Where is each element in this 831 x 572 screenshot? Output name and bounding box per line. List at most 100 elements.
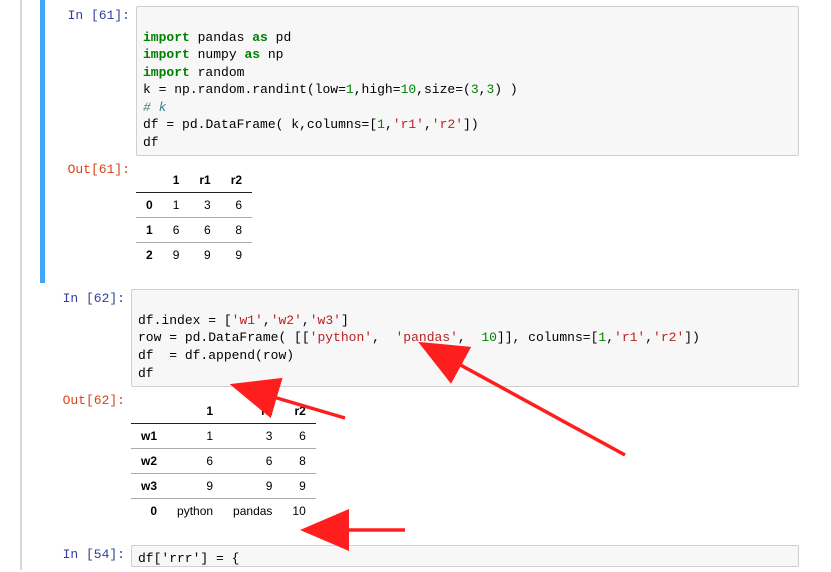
comma: , — [372, 330, 388, 345]
comma: , — [385, 117, 393, 132]
cell: 9 — [163, 243, 190, 268]
var-df: df — [143, 117, 159, 132]
table-row: w2 6 6 8 — [131, 449, 316, 474]
paren: ( — [307, 82, 315, 97]
op-eq: = — [455, 82, 463, 97]
op-eq: = — [338, 82, 346, 97]
comment-k: # k — [143, 100, 166, 115]
var-k: k — [291, 117, 299, 132]
output-area-62: 1 r1 r2 w1 1 3 6 — [131, 395, 831, 531]
paren: ) — [286, 348, 294, 363]
call-dataframe: pd.DataFrame — [182, 117, 276, 132]
input-prompt-61: In [61]: — [45, 4, 136, 24]
cell: 6 — [282, 424, 315, 449]
bracket: [ — [224, 313, 232, 328]
cell: 3 — [189, 193, 220, 218]
kw-columns: columns — [520, 330, 582, 345]
keyword-as: as — [252, 30, 268, 45]
table-header-row: 1 r1 r2 — [131, 399, 316, 424]
str-pandas: 'pandas' — [388, 330, 458, 345]
paren: ( — [276, 117, 292, 132]
row-idx: 0 — [136, 193, 163, 218]
str-r1b: 'r1' — [614, 330, 645, 345]
notebook-area: In [61]: import pandas as pd import nump… — [40, 0, 831, 572]
col-r1: r1 — [189, 168, 220, 193]
expr-df: df — [138, 366, 154, 381]
table-row: 0 1 3 6 — [136, 193, 252, 218]
comma: , — [416, 82, 424, 97]
code-input-61[interactable]: import pandas as pd import numpy as np i… — [136, 6, 799, 156]
paren: ( — [463, 82, 471, 97]
cell-54: In [54]: df['rrr'] = { — [40, 539, 831, 572]
module-pandas: pandas — [198, 30, 245, 45]
paren: ) — [471, 117, 479, 132]
var-k: k — [143, 82, 151, 97]
output-prompt-61: Out[61]: — [45, 158, 136, 178]
op-eq: = — [393, 82, 401, 97]
str-r2b: 'r2' — [653, 330, 684, 345]
lit-1b: 1 — [377, 117, 385, 132]
cell: 9 — [282, 474, 315, 499]
cell-61: In [61]: import pandas as pd import nump… — [40, 0, 831, 283]
var-df: df — [138, 313, 154, 328]
table-row: w1 1 3 6 — [131, 424, 316, 449]
col-r1: r1 — [223, 399, 282, 424]
table-row: 0 python pandas 10 — [131, 499, 316, 524]
output-prompt-62: Out[62]: — [40, 389, 131, 409]
kw-low: low — [315, 82, 338, 97]
cell: 9 — [189, 243, 220, 268]
expr-df: df — [143, 135, 159, 150]
paren: ( — [255, 348, 263, 363]
col-1: 1 — [167, 399, 223, 424]
cell: 9 — [221, 243, 252, 268]
row-idx: w1 — [131, 424, 167, 449]
lit-10b: 10 — [474, 330, 497, 345]
cell-62: In [62]: df.index = ['w1','w2','w3'] row… — [40, 283, 831, 539]
input-prompt-62: In [62]: — [40, 287, 131, 307]
attr-index: index — [161, 313, 200, 328]
comma: , — [263, 313, 271, 328]
cell: 10 — [282, 499, 315, 524]
col-r2: r2 — [282, 399, 315, 424]
cell: 6 — [189, 218, 220, 243]
bracket: ]] — [497, 330, 513, 345]
lit-1: 1 — [346, 82, 354, 97]
str-w1: 'w1' — [232, 313, 263, 328]
comma: , — [606, 330, 614, 345]
cell: python — [167, 499, 223, 524]
bracket: ] — [684, 330, 692, 345]
dataframe-table-61: 1 r1 r2 0 1 3 6 — [136, 168, 252, 267]
cell: 6 — [221, 193, 252, 218]
col-1: 1 — [163, 168, 190, 193]
code-input-62[interactable]: df.index = ['w1','w2','w3'] row = pd.Dat… — [131, 289, 799, 387]
table-row: w3 9 9 9 — [131, 474, 316, 499]
table-header-row: 1 r1 r2 — [136, 168, 252, 193]
cell: 3 — [223, 424, 282, 449]
row-idx: 1 — [136, 218, 163, 243]
cell: 6 — [167, 449, 223, 474]
input-prompt-54: In [54]: — [40, 543, 131, 563]
col-blank — [136, 168, 163, 193]
col-blank — [131, 399, 167, 424]
comma: , — [424, 117, 432, 132]
op-eq: = — [161, 330, 184, 345]
module-random: random — [198, 65, 245, 80]
bracket: [ — [369, 117, 377, 132]
row-idx: w3 — [131, 474, 167, 499]
var-df: df — [138, 348, 154, 363]
str-python: 'python' — [310, 330, 372, 345]
op-eq: = — [159, 82, 167, 97]
bracket: [[ — [294, 330, 310, 345]
bracket: ] — [463, 117, 471, 132]
alias-pd: pd — [276, 30, 292, 45]
cell: 9 — [167, 474, 223, 499]
keyword-import: import — [143, 65, 190, 80]
cell: 1 — [163, 193, 190, 218]
code-input-54[interactable]: df['rrr'] = { — [131, 545, 799, 567]
paren: ) — [494, 82, 502, 97]
op-eq: = — [166, 117, 174, 132]
dataframe-table-62: 1 r1 r2 w1 1 3 6 — [131, 399, 316, 523]
module-numpy: numpy — [198, 47, 237, 62]
row-idx: 0 — [131, 499, 167, 524]
cell-selection-bar — [40, 0, 45, 283]
